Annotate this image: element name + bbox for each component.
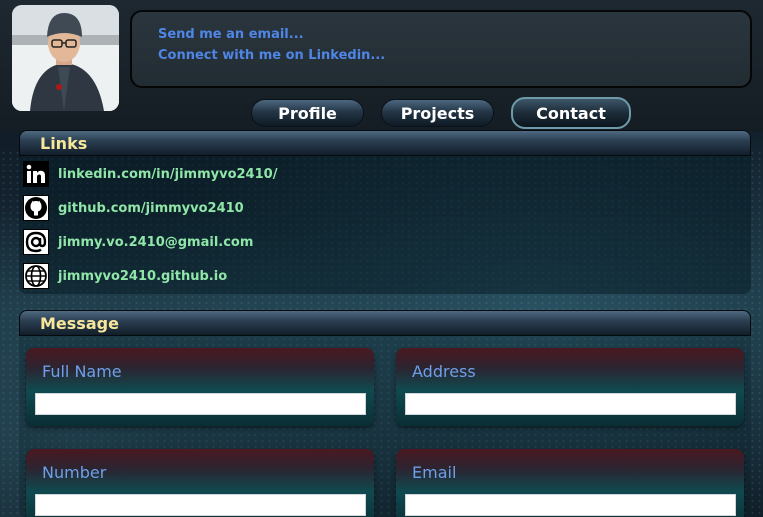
list-item: github.com/jimmyvo2410: [19, 191, 751, 225]
address-card: Address: [396, 348, 744, 426]
tab-profile[interactable]: Profile: [251, 99, 364, 127]
email-card: Email: [396, 449, 744, 517]
github-url-link[interactable]: github.com/jimmyvo2410: [58, 201, 244, 216]
avatar: [12, 5, 119, 111]
linkedin-icon: [23, 161, 49, 187]
contact-box: Send me an email... Connect with me on L…: [130, 10, 752, 88]
globe-icon: [23, 263, 49, 289]
list-item: jimmyvo2410.github.io: [19, 259, 751, 293]
full-name-label: Full Name: [42, 362, 122, 381]
page-header: Send me an email... Connect with me on L…: [0, 0, 763, 132]
tab-projects[interactable]: Projects: [381, 99, 494, 127]
message-panel-title: Message: [19, 310, 751, 336]
address-input[interactable]: [405, 393, 736, 415]
links-panel: Links linkedin.com/in/jimmyvo2410/ githu…: [19, 130, 751, 294]
links-panel-title: Links: [19, 130, 751, 156]
email-input[interactable]: [405, 494, 736, 516]
email-label: Email: [412, 463, 457, 482]
full-name-card: Full Name: [26, 348, 374, 426]
email-link[interactable]: Send me an email...: [158, 24, 724, 45]
linkedin-link[interactable]: Connect with me on Linkedin...: [158, 45, 724, 66]
number-card: Number: [26, 449, 374, 517]
tab-contact[interactable]: Contact: [511, 97, 631, 129]
number-input[interactable]: [35, 494, 366, 516]
linkedin-url-link[interactable]: linkedin.com/in/jimmyvo2410/: [58, 167, 277, 182]
github-icon: [23, 195, 49, 221]
email-address-link[interactable]: jimmy.vo.2410@gmail.com: [58, 235, 253, 250]
message-panel: Message Full Name Address Number Email: [19, 310, 751, 517]
at-sign-icon: [23, 229, 49, 255]
website-url-link[interactable]: jimmyvo2410.github.io: [58, 269, 227, 284]
full-name-input[interactable]: [35, 393, 366, 415]
list-item: linkedin.com/in/jimmyvo2410/: [19, 157, 751, 191]
nav-bar: Profile Projects Contact: [0, 97, 763, 129]
number-label: Number: [42, 463, 107, 482]
address-label: Address: [412, 362, 476, 381]
list-item: jimmy.vo.2410@gmail.com: [19, 225, 751, 259]
